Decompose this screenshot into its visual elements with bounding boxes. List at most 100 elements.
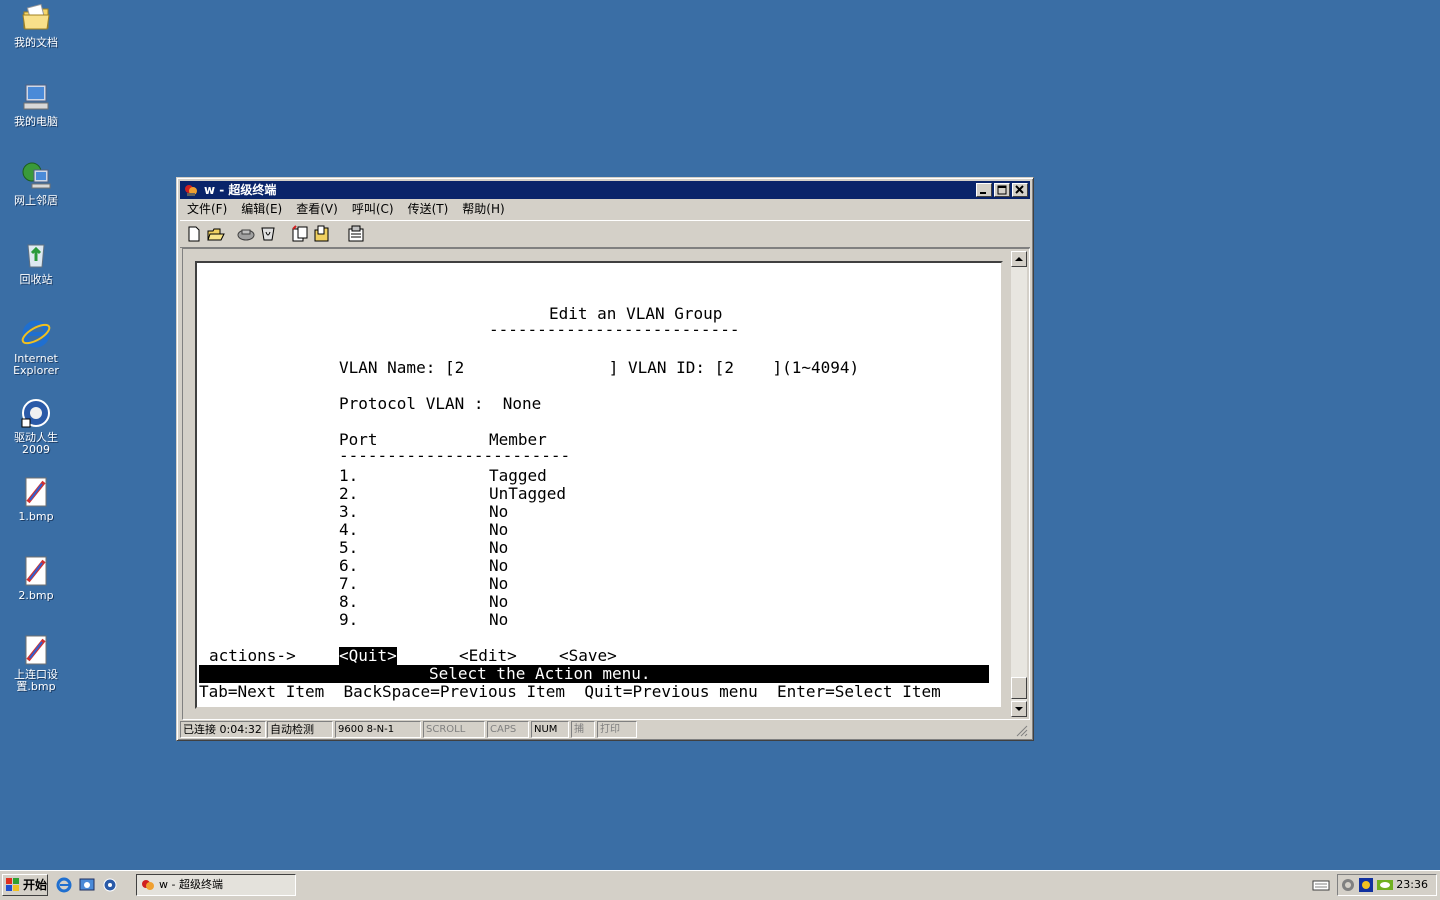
port-member: No	[489, 610, 509, 629]
tray-nvidia-icon[interactable]	[1377, 878, 1393, 895]
menu-help[interactable]: 帮助(H)	[455, 200, 511, 218]
disconnect-icon	[237, 229, 255, 241]
menu-view[interactable]: 查看(V)	[289, 200, 345, 218]
port-number: 3.	[339, 502, 359, 521]
clock[interactable]: 23:36	[1396, 875, 1428, 895]
status-capture: 捕	[571, 721, 595, 738]
minimize-icon	[980, 192, 986, 194]
maximize-button[interactable]	[994, 183, 1010, 197]
desktop-icon-label: 我的文档	[14, 36, 58, 49]
terminal-area[interactable]: Edit an VLAN Group ---------------------…	[182, 248, 1030, 720]
resize-grip-icon[interactable]	[1016, 725, 1028, 740]
network-icon	[20, 160, 52, 192]
taskbar-button-label: w - 超级终端	[159, 878, 223, 891]
hyperterminal-icon	[141, 878, 155, 899]
title-bar[interactable]: w - 超级终端	[180, 181, 1030, 199]
status-prompt: Select the Action menu.	[199, 665, 989, 683]
scroll-up-button[interactable]	[1011, 251, 1027, 267]
properties-button[interactable]	[346, 224, 366, 244]
scroll-down-button[interactable]	[1011, 701, 1027, 717]
port-number: 2.	[339, 484, 359, 503]
recycle-bin-icon	[20, 239, 52, 271]
port-member: No	[489, 502, 509, 521]
start-button[interactable]: 开始	[2, 874, 48, 896]
desktop-icon-driver-genius[interactable]: 驱动人生2009	[0, 397, 72, 456]
send-button[interactable]	[290, 224, 310, 244]
windows-logo-icon	[6, 878, 20, 892]
menu-call[interactable]: 呼叫(C)	[345, 200, 401, 218]
taskbar-button-hyperterminal[interactable]: w - 超级终端	[136, 874, 296, 896]
vertical-scrollbar[interactable]	[1011, 251, 1027, 717]
bitmap-file-icon	[20, 476, 52, 508]
desktop-icon-bmp-2[interactable]: 2.bmp	[0, 555, 72, 602]
port-number: 4.	[339, 520, 359, 539]
menu-edit[interactable]: 编辑(E)	[234, 200, 289, 218]
port-member: No	[489, 520, 509, 539]
quicklaunch-driver-icon[interactable]	[102, 877, 118, 893]
quicklaunch-ie-icon[interactable]	[56, 877, 72, 893]
actions-label: actions->	[209, 646, 296, 665]
desktop-icon-my-documents[interactable]: 我的文档	[0, 2, 72, 49]
new-icon	[188, 226, 200, 242]
desktop-icon-recycle-bin[interactable]: 回收站	[0, 239, 72, 286]
receive-button[interactable]	[312, 224, 332, 244]
disconnect-button[interactable]	[236, 224, 256, 244]
close-icon	[1015, 185, 1024, 194]
status-settings: 9600 8-N-1	[335, 721, 421, 738]
taskbar: 开始 w - 超级终端 23:36	[0, 870, 1440, 900]
status-detect: 自动检测	[267, 721, 333, 738]
port-member: No	[489, 592, 509, 611]
action-quit[interactable]: <Quit>	[339, 647, 397, 665]
hyperterminal-window: w - 超级终端 文件(F) 编辑(E) 查看(V) 呼叫(C) 传送(T) 帮…	[176, 177, 1034, 741]
port-member: Tagged	[489, 466, 547, 485]
desktop-icon-uplink-settings-bmp[interactable]: 上连口设置.bmp	[0, 634, 72, 693]
protocol-vlan-line: Protocol VLAN : None	[339, 394, 542, 413]
action-save[interactable]: <Save>	[559, 647, 617, 665]
desktop-icon-bmp-1[interactable]: 1.bmp	[0, 476, 72, 523]
desktop-icon-label: 网上邻居	[14, 194, 58, 207]
desktop-icon-network[interactable]: 网上邻居	[0, 160, 72, 207]
vlan-name-id-line: VLAN Name: [2 ] VLAN ID: [2 ](1~4094)	[339, 358, 860, 377]
status-connected: 已连接 0:04:32	[180, 721, 266, 738]
desktop-icon-label: Internet Explorer	[13, 352, 59, 377]
folder-icon	[20, 2, 52, 34]
help-line: Tab=Next Item BackSpace=Previous Item Qu…	[199, 682, 941, 701]
minimize-button[interactable]	[976, 183, 992, 197]
toolbar	[180, 220, 1030, 248]
system-tray: 23:36	[1337, 874, 1437, 896]
port-number: 1.	[339, 466, 359, 485]
arrow-up-icon	[1015, 257, 1023, 261]
scroll-thumb[interactable]	[1011, 677, 1027, 699]
status-bar: 已连接 0:04:32 自动检测 9600 8-N-1 SCROLL CAPS …	[180, 721, 1030, 739]
terminal-screen[interactable]: Edit an VLAN Group ---------------------…	[195, 261, 1003, 709]
status-caps: CAPS	[487, 721, 529, 738]
port-member: UnTagged	[489, 484, 567, 503]
new-button[interactable]	[184, 224, 204, 244]
desktop-icon-internet-explorer[interactable]: Internet Explorer	[0, 318, 72, 377]
dial-button[interactable]	[258, 224, 278, 244]
desktop-icon-label: 我的电脑	[14, 115, 58, 128]
bitmap-file-icon	[20, 555, 52, 587]
close-button[interactable]	[1012, 183, 1028, 197]
action-edit[interactable]: <Edit>	[459, 647, 517, 665]
status-print: 打印	[597, 721, 637, 738]
dial-icon	[261, 227, 275, 241]
desktop-icon-label: 1.bmp	[18, 510, 54, 523]
receive-icon	[314, 225, 329, 242]
keyboard-icon[interactable]	[1312, 878, 1330, 895]
open-icon	[207, 228, 225, 241]
menu-file[interactable]: 文件(F)	[180, 200, 234, 218]
menu-transfer[interactable]: 传送(T)	[401, 200, 456, 218]
quicklaunch-desktop-icon[interactable]	[79, 877, 95, 893]
desktop-icon-my-computer[interactable]: 我的电脑	[0, 81, 72, 128]
send-icon	[292, 225, 308, 242]
computer-icon	[20, 81, 52, 113]
internet-explorer-icon	[20, 318, 52, 350]
terminal-heading-rule: --------------------------	[489, 320, 740, 339]
open-button[interactable]	[206, 224, 226, 244]
tray-driver-icon[interactable]	[1359, 878, 1373, 895]
gear-icon	[20, 397, 52, 429]
desktop-icon-label: 回收站	[19, 273, 53, 286]
tray-sound-icon[interactable]	[1341, 878, 1355, 895]
desktop-icon-label: 驱动人生2009	[14, 431, 58, 456]
